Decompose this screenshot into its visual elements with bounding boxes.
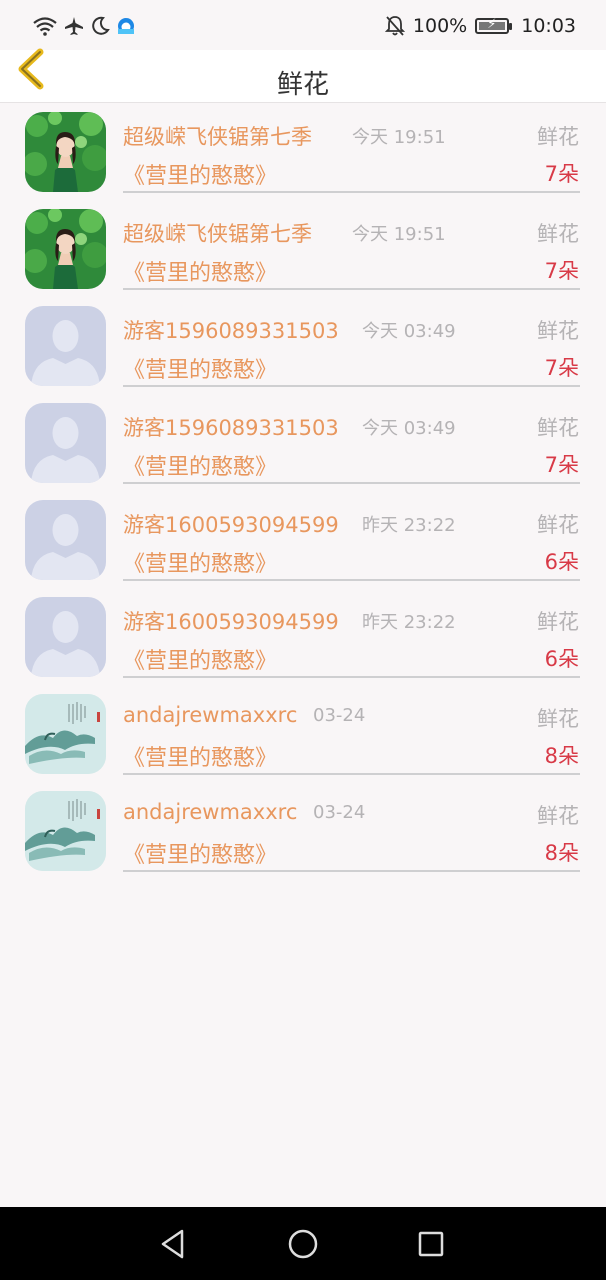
row-divider (123, 288, 580, 290)
airplane-icon (65, 17, 83, 35)
book-title: 《营里的憨憨》 (123, 649, 278, 674)
status-bar: 100% ⚡ 10:03 (0, 0, 606, 50)
gift-row[interactable]: 游客1596089331503 今天 03:49 鲜花《营里的憨憨》 7朵 (0, 297, 606, 394)
battery-icon: ⚡ (475, 17, 513, 34)
system-nav-bar (0, 1207, 606, 1280)
gift-row[interactable]: 游客1596089331503 今天 03:49 鲜花《营里的憨憨》 7朵 (0, 394, 606, 491)
row-divider (123, 385, 580, 387)
gift-time: 今天 19:51 (352, 127, 446, 148)
home-circle-icon (288, 1229, 318, 1259)
gift-type: 鲜花 (537, 707, 579, 731)
gift-row[interactable]: andajrewmaxxrc 03-24 鲜花《营里的憨憨》 8朵 (0, 685, 606, 782)
gift-count: 6朵 (544, 550, 579, 574)
gift-row[interactable]: 超级嵘飞侠锯第七季 今天 19:51 鲜花《营里的憨憨》 7朵 (0, 103, 606, 200)
gift-type: 鲜花 (537, 319, 579, 343)
gift-row[interactable]: 游客1600593094599 昨天 23:22 鲜花《营里的憨憨》 6朵 (0, 588, 606, 685)
gift-row[interactable]: 超级嵘飞侠锯第七季 今天 19:51 鲜花《营里的憨憨》 7朵 (0, 200, 606, 297)
avatar[interactable] (25, 306, 106, 386)
row-divider (123, 870, 580, 872)
sender-name: 超级嵘飞侠锯第七季 (123, 125, 312, 149)
row-divider (123, 773, 580, 775)
gift-time: 昨天 23:22 (362, 612, 456, 633)
gift-count: 8朵 (544, 744, 579, 768)
gift-count: 7朵 (544, 356, 579, 380)
gift-count: 8朵 (544, 841, 579, 865)
row-divider (123, 482, 580, 484)
recents-square-icon (418, 1231, 444, 1257)
clock: 10:03 (521, 15, 576, 37)
gift-type: 鲜花 (537, 416, 579, 440)
sender-name: 游客1600593094599 (123, 513, 339, 537)
gift-type: 鲜花 (537, 610, 579, 634)
gift-time: 今天 03:49 (362, 321, 456, 342)
row-divider (123, 676, 580, 678)
sender-name: 游客1600593094599 (123, 610, 339, 634)
gift-list: 超级嵘飞侠锯第七季 今天 19:51 鲜花 《营里的憨憨》 7朵 超级嵘飞侠锯第七季 今天 … (0, 103, 606, 879)
gift-time: 昨天 23:22 (362, 515, 456, 536)
avatar[interactable] (25, 791, 106, 871)
wifi-icon (33, 17, 57, 36)
sender-name: 超级嵘飞侠锯第七季 (123, 222, 312, 246)
book-title: 《营里的憨憨》 (123, 164, 278, 189)
row-divider (123, 579, 580, 581)
sender-name: 游客1596089331503 (123, 416, 339, 440)
avatar[interactable] (25, 694, 106, 774)
sender-name: 游客1596089331503 (123, 319, 339, 343)
book-title: 《营里的憨憨》 (123, 843, 278, 868)
book-title: 《营里的憨憨》 (123, 746, 278, 771)
gift-count: 7朵 (544, 453, 579, 477)
status-icons-left (32, 14, 136, 38)
mute-icon (384, 16, 405, 36)
book-title: 《营里的憨憨》 (123, 261, 278, 286)
gift-count: 6朵 (544, 647, 579, 671)
gift-count: 7朵 (544, 162, 579, 186)
gift-time: 03-24 (313, 705, 366, 726)
sender-name: andajrewmaxxrc (123, 703, 298, 727)
gift-type: 鲜花 (537, 222, 579, 246)
gift-type: 鲜花 (537, 513, 579, 537)
gift-count: 7朵 (544, 259, 579, 283)
book-title: 《营里的憨憨》 (123, 455, 278, 480)
nav-home-button[interactable] (286, 1227, 320, 1261)
gift-row[interactable]: andajrewmaxxrc 03-24 鲜花《营里的憨憨》 8朵 (0, 782, 606, 879)
gift-time: 03-24 (313, 802, 366, 823)
battery-percent: 100% (412, 15, 468, 37)
avatar[interactable] (25, 500, 106, 580)
browser-icon (118, 18, 134, 34)
gift-time: 今天 03:49 (362, 418, 456, 439)
avatar[interactable] (25, 209, 106, 289)
app-header: 鲜花 (0, 48, 606, 103)
status-icons-right: 100% ⚡ 10:03 (384, 12, 576, 40)
nav-recents-button[interactable] (414, 1227, 448, 1261)
gift-row[interactable]: 游客1600593094599 昨天 23:22 鲜花《营里的憨憨》 6朵 (0, 491, 606, 588)
book-title: 《营里的憨憨》 (123, 552, 278, 577)
page-title: 鲜花 (276, 70, 329, 100)
gift-type: 鲜花 (537, 804, 579, 828)
avatar[interactable] (25, 403, 106, 483)
avatar[interactable] (25, 597, 106, 677)
row-divider (123, 191, 580, 193)
moon-icon (92, 16, 110, 35)
back-triangle-icon (161, 1229, 184, 1259)
gift-type: 鲜花 (537, 125, 579, 149)
nav-back-button[interactable] (157, 1227, 191, 1261)
sender-name: andajrewmaxxrc (123, 800, 298, 824)
avatar[interactable] (25, 112, 106, 192)
book-title: 《营里的憨憨》 (123, 358, 278, 383)
gift-time: 今天 19:51 (352, 224, 446, 245)
